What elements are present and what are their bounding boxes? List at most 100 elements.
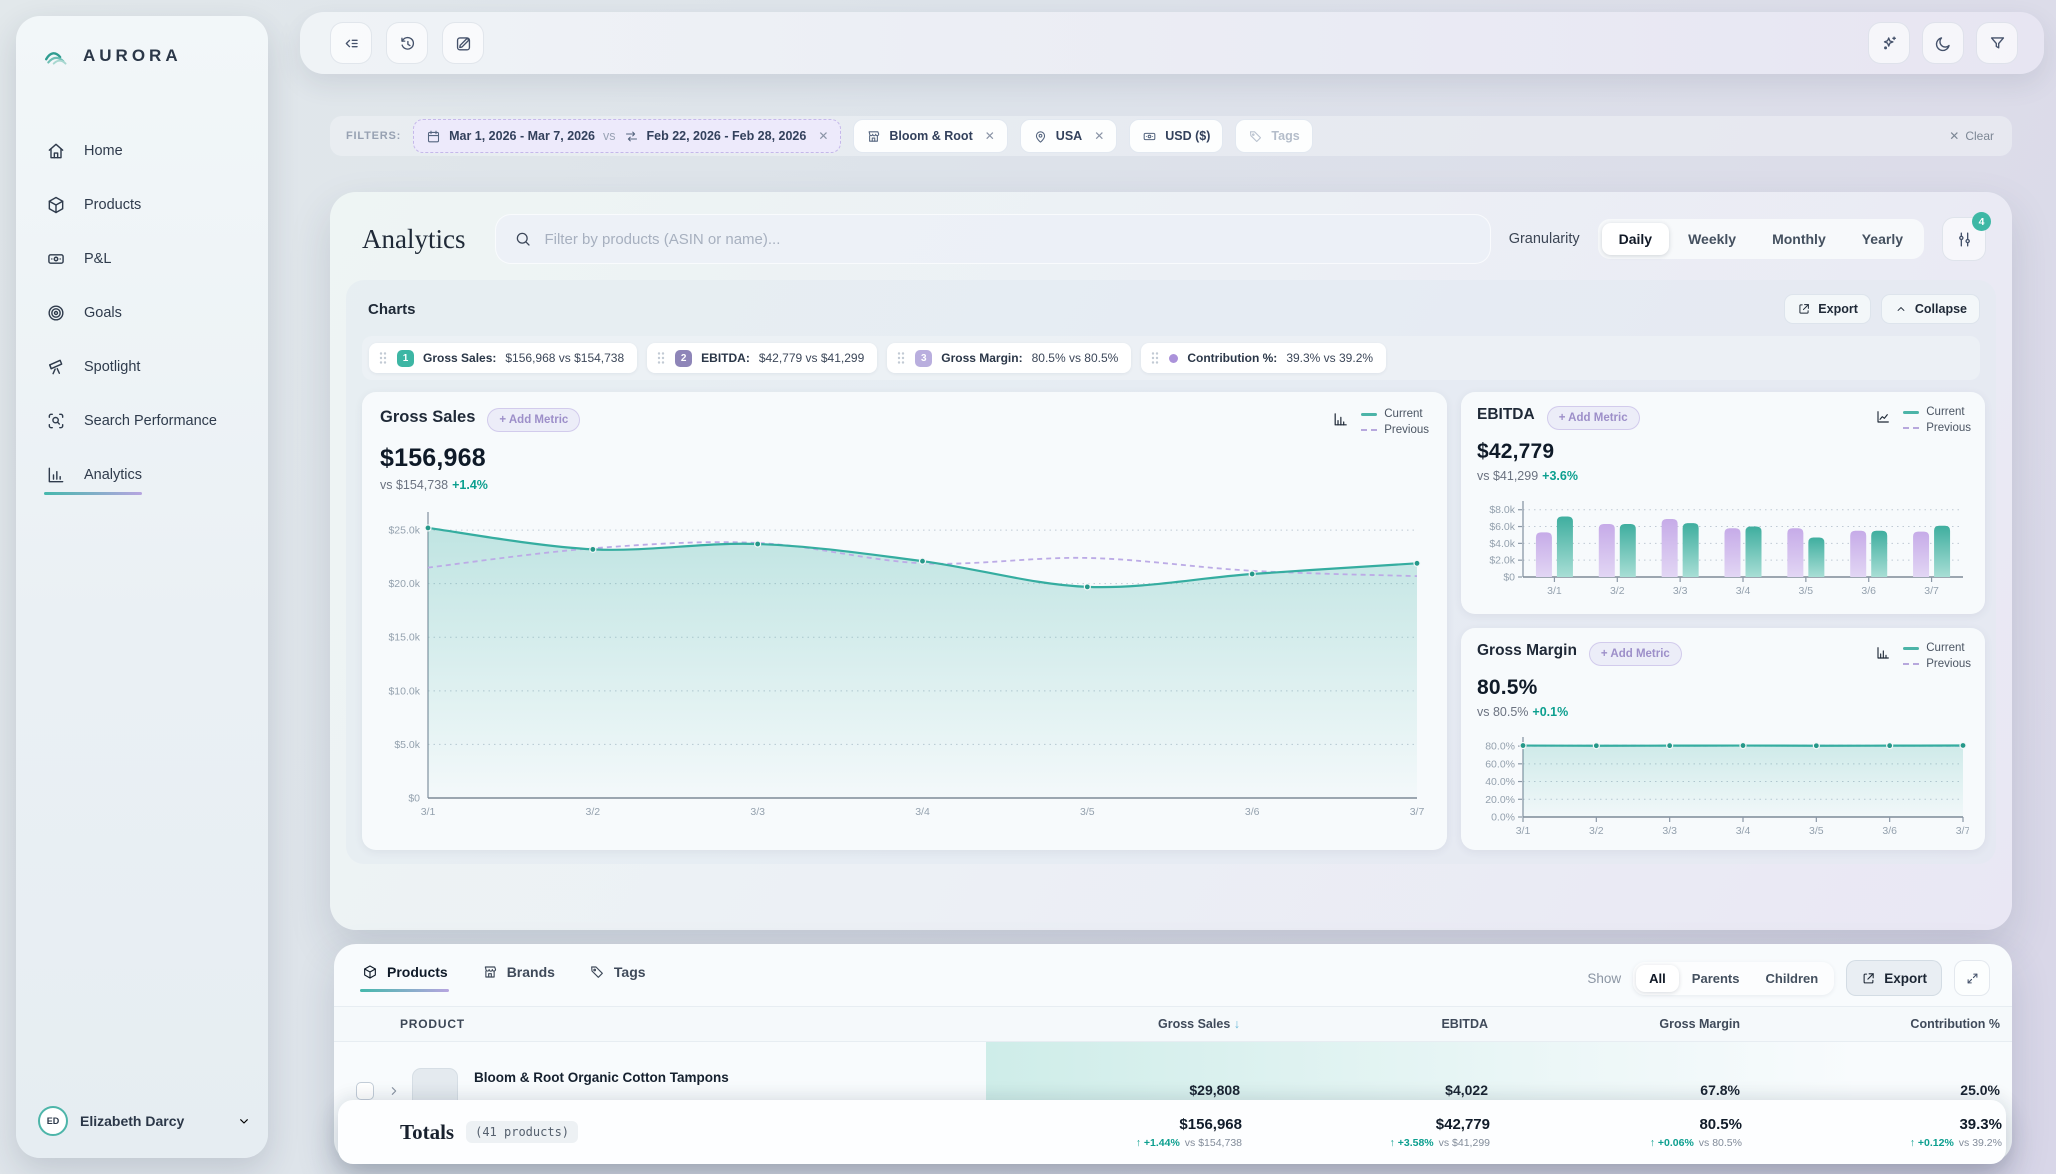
sidebar-item-products[interactable]: Products (40, 182, 248, 228)
sidebar-item-search-performance[interactable]: Search Performance (40, 398, 248, 444)
chart-legend: Current Previous (1903, 642, 1971, 670)
drag-handle-icon (1150, 351, 1160, 365)
tags-filter-chip[interactable]: Tags (1235, 119, 1312, 153)
clear-filters-button[interactable]: ✕ Clear (1949, 129, 1994, 143)
totals-change: ↑ +0.06% (1650, 1137, 1694, 1149)
chevron-down-icon (236, 1113, 252, 1129)
product-search[interactable] (495, 214, 1490, 264)
table-export-button[interactable]: Export (1846, 960, 1942, 996)
ebitda-chart[interactable]: $0$2.0k$4.0k$6.0k$8.0k3/13/23/33/43/53/6… (1477, 495, 1969, 603)
brand-filter-chip[interactable]: Bloom & Root ✕ (853, 119, 1007, 153)
show-parents[interactable]: Parents (1679, 965, 1753, 992)
dark-mode-button[interactable] (1922, 22, 1964, 64)
metric-chip-ebitda[interactable]: 2 EBITDA: $42,779 vs $41,299 (647, 343, 877, 373)
granularity-yearly[interactable]: Yearly (1845, 223, 1920, 255)
cell-contribution: 25.0% (1840, 1082, 2000, 1098)
currency-filter-chip[interactable]: USD ($) (1129, 119, 1223, 153)
legend-current-swatch (1361, 413, 1377, 416)
chart-type-line-icon[interactable] (1875, 409, 1891, 425)
sidebar-nav: Home Products P&L Goals Spotlight Search… (40, 128, 248, 498)
sliders-icon (1955, 230, 1974, 249)
history-button[interactable] (386, 22, 428, 64)
sidebar-item-spotlight[interactable]: Spotlight (40, 344, 248, 390)
cell-ebitda: $4,022 (1328, 1082, 1488, 1098)
sort-desc-icon: ↓ (1234, 1017, 1240, 1031)
cell-gross-margin: 67.8% (1580, 1082, 1740, 1098)
brand-name: AURORA (83, 46, 182, 66)
target-icon (46, 303, 66, 323)
add-metric-button[interactable]: + Add Metric (1547, 406, 1640, 430)
filter-button[interactable] (1976, 22, 2018, 64)
store-icon (482, 964, 498, 980)
sparkles-icon (1880, 34, 1899, 53)
granularity-monthly[interactable]: Monthly (1755, 223, 1843, 255)
charts-collapse-button[interactable]: Collapse (1881, 294, 1980, 324)
remove-brand-filter-icon[interactable]: ✕ (985, 129, 995, 143)
remove-date-filter-icon[interactable]: ✕ (818, 129, 828, 143)
sidebar-item-home[interactable]: Home (40, 128, 248, 174)
change-badge: +3.6% (1542, 469, 1578, 483)
ebitda-card: EBITDA + Add Metric Current Previous $42… (1461, 392, 1985, 614)
sidebar-item-analytics[interactable]: Analytics (40, 452, 248, 498)
gross-margin-chart[interactable]: 0.0%20.0%40.0%60.0%80.0%3/13/23/33/43/53… (1477, 731, 1969, 843)
column-header-gross-margin[interactable]: Gross Margin (1580, 1017, 1740, 1031)
show-children[interactable]: Children (1753, 965, 1832, 992)
svg-text:3/6: 3/6 (1882, 825, 1897, 837)
date-range-filter-chip[interactable]: Mar 1, 2026 - Mar 7, 2026 vs Feb 22, 202… (413, 119, 841, 153)
totals-product-count: (41 products) (466, 1121, 578, 1143)
metric-chip-gross-margin[interactable]: 3 Gross Margin: 80.5% vs 80.5% (887, 343, 1131, 373)
chevron-right-icon[interactable] (386, 1083, 402, 1099)
search-input[interactable] (544, 231, 1471, 248)
user-menu[interactable]: ED Elizabeth Darcy (38, 1106, 252, 1136)
ebitda-comparison: vs $41,299+3.6% (1477, 469, 1971, 483)
granularity-weekly[interactable]: Weekly (1671, 223, 1753, 255)
sidebar-item-pnl[interactable]: P&L (40, 236, 248, 282)
clear-label: Clear (1965, 129, 1994, 143)
gross-sales-chart[interactable]: $0$5.0k$10.0k$15.0k$20.0k$25.0k3/13/23/3… (380, 504, 1429, 826)
svg-text:3/7: 3/7 (1956, 825, 1969, 837)
metric-chip-gross-sales[interactable]: 1 Gross Sales: $156,968 vs $154,738 (369, 343, 637, 373)
column-header-ebitda[interactable]: EBITDA (1328, 1017, 1488, 1031)
chart-type-bar-icon[interactable] (1332, 411, 1349, 428)
svg-text:3/3: 3/3 (1662, 825, 1677, 837)
country-filter-chip[interactable]: USA ✕ (1020, 119, 1117, 153)
add-metric-button[interactable]: + Add Metric (1589, 642, 1682, 666)
toolbar-left-group (330, 22, 484, 64)
sidebar-item-goals[interactable]: Goals (40, 290, 248, 336)
gross-margin-value: 80.5% (1477, 676, 1971, 700)
column-header-gross-sales[interactable]: Gross Sales ↓ (1080, 1017, 1240, 1031)
svg-text:$0: $0 (1503, 572, 1515, 584)
charts-export-button[interactable]: Export (1784, 294, 1871, 324)
tab-brands[interactable]: Brands (482, 964, 555, 992)
edit-button[interactable] (442, 22, 484, 64)
granularity-daily[interactable]: Daily (1602, 223, 1669, 255)
chart-type-bar-icon[interactable] (1875, 645, 1891, 661)
svg-text:3/3: 3/3 (750, 806, 765, 818)
svg-text:3/4: 3/4 (915, 806, 930, 818)
settings-count-badge: 4 (1972, 212, 1991, 231)
gross-sales-comparison: vs $154,738+1.4% (380, 478, 1429, 492)
expand-table-button[interactable] (1954, 960, 1990, 996)
card-title: EBITDA (1477, 406, 1535, 424)
gross-margin-card: Gross Margin + Add Metric Current Previo… (1461, 628, 1985, 850)
granularity-label: Granularity (1509, 231, 1580, 247)
row-checkbox[interactable] (356, 1082, 374, 1100)
column-header-product[interactable]: PRODUCT (400, 1017, 465, 1031)
column-header-contribution[interactable]: Contribution % (1840, 1017, 2000, 1031)
telescope-icon (46, 357, 66, 377)
drag-handle-icon (896, 351, 906, 365)
metric-order-badge: 3 (915, 350, 932, 367)
product-name[interactable]: Bloom & Root Organic Cotton Tampons (474, 1070, 729, 1085)
add-metric-button[interactable]: + Add Metric (487, 408, 580, 432)
totals-gross-margin: 80.5% ↑ +0.06%vs 80.5% (1552, 1116, 1742, 1149)
app: AURORA Home Products P&L Goals Spotlight (0, 0, 2056, 1174)
svg-text:80.0%: 80.0% (1485, 741, 1515, 753)
tab-tags[interactable]: Tags (589, 964, 646, 992)
ai-assistant-button[interactable] (1868, 22, 1910, 64)
metric-chip-contribution[interactable]: Contribution %: 39.3% vs 39.2% (1141, 343, 1386, 373)
show-all[interactable]: All (1636, 965, 1679, 992)
metric-settings-button[interactable]: 4 (1942, 217, 1986, 261)
remove-country-filter-icon[interactable]: ✕ (1094, 129, 1104, 143)
tab-products[interactable]: Products (362, 964, 448, 992)
collapse-sidebar-button[interactable] (330, 22, 372, 64)
